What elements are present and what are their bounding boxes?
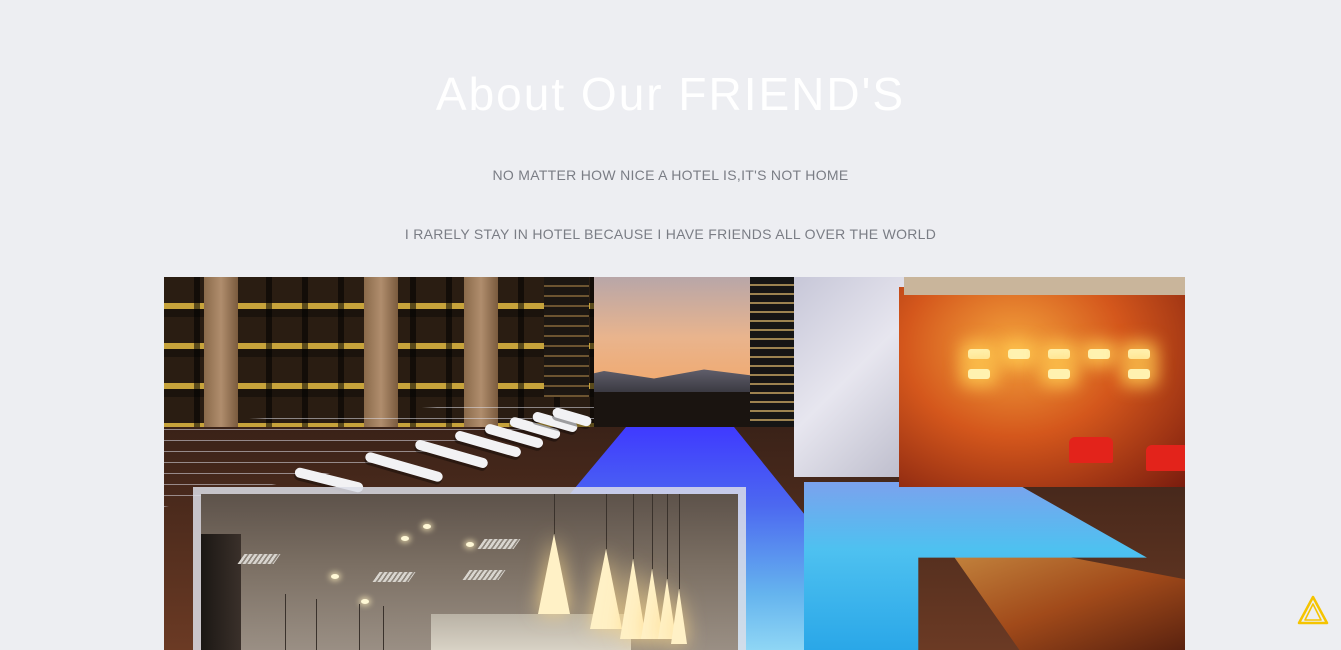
wall-lamp (968, 369, 990, 379)
tagline-text: NO MATTER HOW NICE A HOTEL IS,IT'S NOT H… (492, 167, 849, 183)
pendant-cord (633, 494, 634, 559)
wall-lamp (1128, 369, 1150, 379)
ceiling-light (466, 542, 474, 547)
pendant-cord (667, 494, 668, 579)
wall-lamp (1088, 349, 1110, 359)
canopy (904, 277, 1185, 295)
pendant-cord (554, 494, 555, 534)
ceiling-vent (372, 572, 416, 582)
pendant-cord (383, 606, 384, 650)
tower-building (750, 277, 800, 427)
ceiling-vent (237, 554, 281, 564)
bar-shelf (201, 534, 241, 650)
pendant-cord (316, 599, 317, 650)
wall-lamp (1008, 349, 1030, 359)
red-chair (1146, 445, 1185, 471)
pendant-lamp (538, 534, 570, 614)
pendant-cord (606, 494, 607, 549)
description-text: I RARELY STAY IN HOTEL BECAUSE I HAVE FR… (404, 226, 937, 242)
section-title: About Our FRIEND'S (435, 68, 906, 120)
lit-wall (899, 287, 1185, 487)
ceiling-light (401, 536, 409, 541)
ceiling-vent (477, 539, 521, 549)
pendant-cord (652, 494, 653, 569)
wall-lamp (1048, 369, 1070, 379)
ceiling-light (331, 574, 339, 579)
ceiling-vent (462, 570, 506, 580)
ceiling-light (423, 524, 431, 529)
wall-lamp (1048, 349, 1070, 359)
pendant-lamp (590, 549, 622, 629)
pendant-cord (679, 494, 680, 589)
red-chair (1069, 437, 1113, 463)
pendant-cord (359, 604, 360, 650)
restaurant-interior-image (201, 494, 738, 650)
pendant-cord (285, 594, 286, 650)
pendant-lamp (671, 589, 687, 644)
white-wall (794, 277, 904, 477)
about-section: About Our FRIEND'S NO MATTER HOW NICE A … (0, 0, 1341, 650)
tower-building (544, 277, 589, 397)
wall-lamp (968, 349, 990, 359)
ceiling-light (361, 599, 369, 604)
wall-lamp (1128, 349, 1150, 359)
warning-triangle-icon[interactable] (1297, 595, 1329, 625)
